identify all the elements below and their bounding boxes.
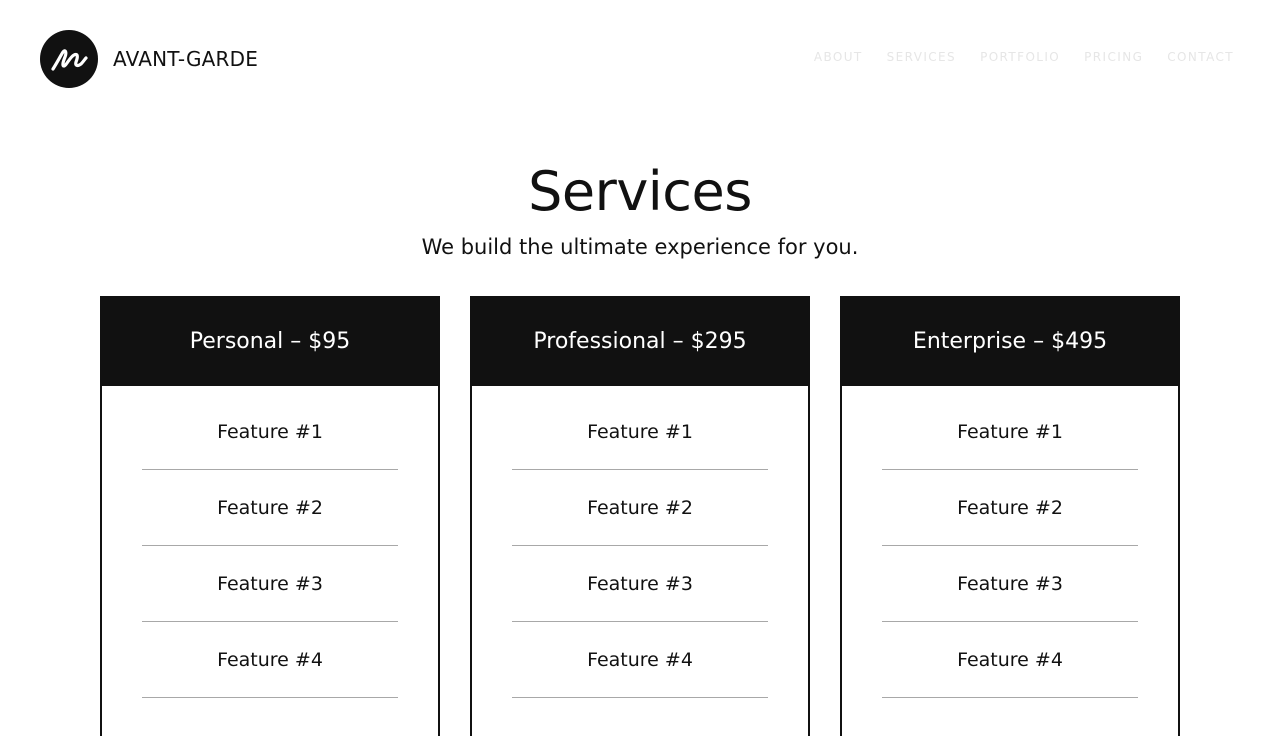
feature-item: Feature #1 <box>512 394 768 470</box>
feature-item: Feature #3 <box>142 546 398 622</box>
page-title: Services <box>528 160 752 223</box>
plan-title[interactable]: Personal – $95 <box>190 328 351 356</box>
feature-item: Feature #3 <box>512 546 768 622</box>
nav-item-portfolio[interactable]: PORTFOLIO <box>978 48 1062 66</box>
feature-item: Feature #1 <box>882 394 1138 470</box>
nav-item-contact[interactable]: CONTACT <box>1165 48 1236 66</box>
feature-item: Feature #4 <box>882 622 1138 698</box>
plan-header: Personal – $95 <box>102 298 438 386</box>
nav-item-services[interactable]: SERVICES <box>885 48 958 66</box>
brand-name[interactable]: AVANT-GARDE <box>113 46 258 72</box>
nav-item-pricing[interactable]: PRICING <box>1082 48 1145 66</box>
page-subtitle: We build the ultimate experience for you… <box>421 235 859 259</box>
feature-item: Feature #4 <box>512 622 768 698</box>
plan-title[interactable]: Professional – $295 <box>533 328 746 356</box>
pricing-plans: Personal – $95 Feature #1 Feature #2 Fea… <box>100 296 1180 736</box>
site-header: AVANT-GARDE ABOUT SERVICES PORTFOLIO PRI… <box>0 0 1280 110</box>
main-nav: ABOUT SERVICES PORTFOLIO PRICING CONTACT <box>812 48 1236 66</box>
services-hero: Services We build the ultimate experienc… <box>0 162 1280 261</box>
feature-list: Feature #1 Feature #2 Feature #3 Feature… <box>102 394 438 698</box>
signature-n-icon <box>51 49 88 71</box>
plan-header: Enterprise – $495 <box>842 298 1178 386</box>
feature-item: Feature #1 <box>142 394 398 470</box>
feature-item: Feature #3 <box>882 546 1138 622</box>
plan-card-professional: Professional – $295 Feature #1 Feature #… <box>470 296 810 736</box>
feature-item: Feature #4 <box>142 622 398 698</box>
feature-item: Feature #2 <box>882 470 1138 546</box>
feature-item: Feature #2 <box>512 470 768 546</box>
nav-item-about[interactable]: ABOUT <box>812 48 865 66</box>
plan-header: Professional – $295 <box>472 298 808 386</box>
plan-card-personal: Personal – $95 Feature #1 Feature #2 Fea… <box>100 296 440 736</box>
feature-item: Feature #2 <box>142 470 398 546</box>
feature-list: Feature #1 Feature #2 Feature #3 Feature… <box>842 394 1178 698</box>
feature-list: Feature #1 Feature #2 Feature #3 Feature… <box>472 394 808 698</box>
logo-button[interactable] <box>40 30 98 88</box>
plan-title[interactable]: Enterprise – $495 <box>913 328 1107 356</box>
plan-card-enterprise: Enterprise – $495 Feature #1 Feature #2 … <box>840 296 1180 736</box>
